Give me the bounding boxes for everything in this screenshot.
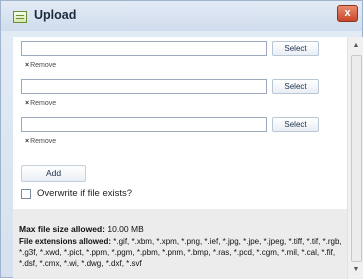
max-size-value: 10.00 MB bbox=[107, 224, 144, 234]
file-input[interactable] bbox=[21, 79, 267, 94]
remove-link[interactable]: ×Remove bbox=[25, 137, 56, 146]
x-icon: × bbox=[25, 138, 30, 145]
extensions-info: File extensions allowed: *.gif, *.xbm, *… bbox=[19, 236, 345, 269]
overwrite-label: Overwrite if file exists? bbox=[37, 188, 133, 199]
remove-link[interactable]: ×Remove bbox=[25, 99, 56, 108]
max-size-info: Max file size allowed: 10.00 MB bbox=[19, 224, 144, 234]
upload-window-icon bbox=[13, 11, 27, 23]
select-button[interactable]: Select bbox=[272, 41, 319, 56]
select-button[interactable]: Select bbox=[272, 117, 319, 132]
scroll-up-icon[interactable]: ▲ bbox=[348, 39, 363, 53]
vertical-scrollbar[interactable]: ▲ ▼ bbox=[347, 37, 363, 279]
remove-label: Remove bbox=[30, 138, 57, 145]
upload-form: Select ×Remove Select ×Remove Select ×Re… bbox=[13, 37, 347, 279]
max-size-label: Max file size allowed: bbox=[19, 224, 105, 234]
remove-label: Remove bbox=[30, 62, 57, 69]
add-button[interactable]: Add bbox=[21, 165, 86, 182]
select-button[interactable]: Select bbox=[272, 79, 319, 94]
x-icon: × bbox=[25, 100, 30, 107]
remove-label: Remove bbox=[30, 100, 57, 107]
overwrite-checkbox[interactable] bbox=[21, 189, 31, 199]
file-input[interactable] bbox=[21, 41, 267, 56]
extensions-label: File extensions allowed: bbox=[19, 237, 112, 246]
x-icon: × bbox=[25, 62, 30, 69]
scrollbar-thumb[interactable] bbox=[351, 55, 362, 262]
info-panel: Max file size allowed: 10.00 MB File ext… bbox=[13, 209, 347, 279]
close-icon: x bbox=[344, 7, 351, 19]
close-button[interactable]: x bbox=[337, 5, 358, 22]
remove-link[interactable]: ×Remove bbox=[25, 61, 56, 70]
window-title: Upload bbox=[34, 8, 77, 22]
scroll-down-icon[interactable]: ▼ bbox=[348, 263, 363, 277]
file-input[interactable] bbox=[21, 117, 267, 132]
titlebar[interactable]: Upload x bbox=[1, 1, 362, 31]
upload-window: Upload x Select ×Remove Select ×Remove S… bbox=[0, 0, 363, 279]
